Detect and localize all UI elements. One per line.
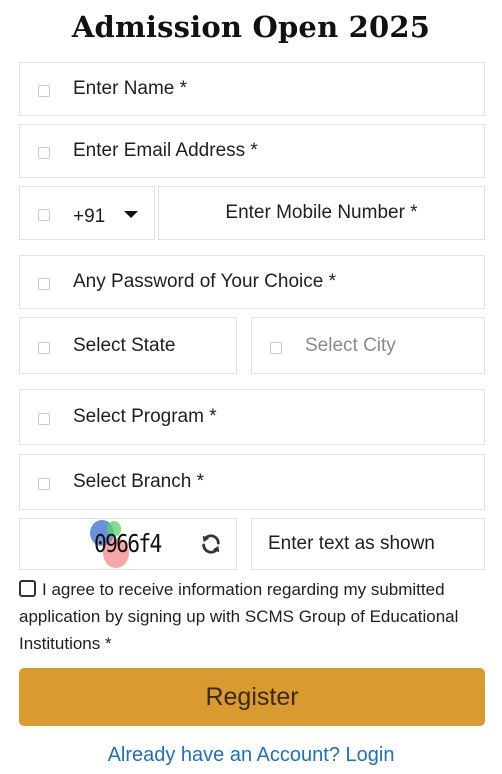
login-link[interactable]: Already have an Account? Login	[0, 744, 502, 767]
consent-row: I agree to receive information regarding…	[19, 576, 489, 657]
name-field[interactable]: Enter Name *	[19, 62, 485, 116]
email-field[interactable]: Enter Email Address *	[19, 124, 485, 178]
register-button[interactable]: Register	[19, 668, 485, 726]
state-select[interactable]: Select State	[19, 317, 237, 374]
branch-placeholder: Select Branch *	[73, 471, 204, 492]
city-placeholder: Select City	[305, 334, 396, 356]
branch-icon	[38, 478, 50, 490]
consent-text: I agree to receive information regarding…	[19, 580, 459, 653]
mobile-placeholder: Enter Mobile Number *	[225, 202, 418, 223]
page-title: Admission Open 2025	[71, 10, 431, 44]
book-icon	[38, 413, 50, 425]
country-code-value: +91	[73, 206, 106, 227]
branch-select[interactable]: Select Branch *	[19, 454, 485, 510]
chevron-down-icon	[124, 211, 138, 218]
captcha-box: 0966f4	[19, 518, 237, 570]
email-placeholder: Enter Email Address *	[73, 140, 258, 161]
country-code-select[interactable]: +91	[19, 186, 155, 240]
email-icon	[38, 147, 50, 159]
building-icon	[270, 341, 282, 354]
map-icon	[38, 341, 50, 354]
refresh-icon[interactable]	[200, 533, 222, 555]
mobile-field[interactable]: Enter Mobile Number *	[158, 186, 485, 240]
lock-icon	[38, 278, 50, 290]
password-placeholder: Any Password of Your Choice *	[73, 271, 336, 292]
city-select[interactable]: Select City	[251, 317, 485, 374]
name-placeholder: Enter Name *	[73, 78, 188, 99]
flag-icon	[38, 209, 50, 221]
captcha-input[interactable]: Enter text as shown	[251, 518, 485, 570]
user-icon	[38, 85, 50, 97]
captcha-input-placeholder: Enter text as shown	[268, 533, 435, 554]
state-placeholder: Select State	[73, 334, 176, 356]
program-select[interactable]: Select Program *	[19, 389, 485, 445]
program-placeholder: Select Program *	[73, 406, 217, 427]
consent-checkbox[interactable]	[19, 580, 36, 597]
captcha-code: 0966f4	[94, 529, 162, 558]
password-field[interactable]: Any Password of Your Choice *	[19, 255, 485, 309]
